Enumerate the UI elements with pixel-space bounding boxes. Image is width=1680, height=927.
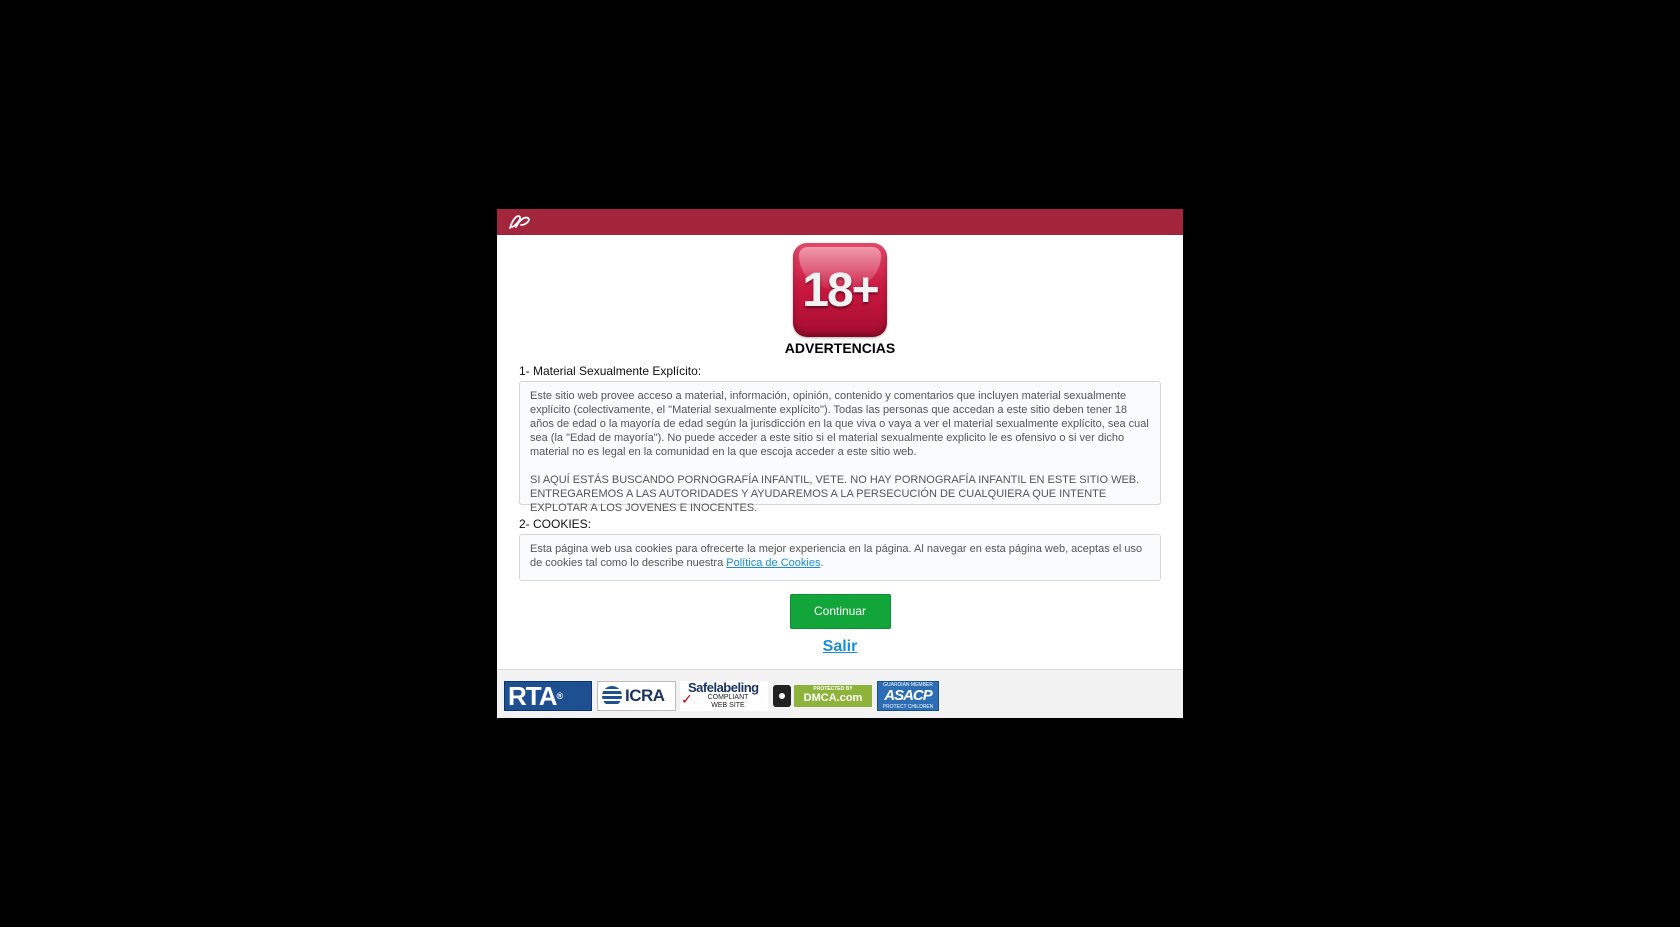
asacp-badge-text: ASACP (884, 687, 933, 704)
asacp-bottom-text: PROTECT CHILDREN (882, 704, 934, 710)
safelabeling-sub1: COMPLIANT (707, 694, 749, 701)
dmca-badge[interactable]: PROTECTED BY DMCA.com (773, 681, 872, 711)
icra-badge-text: ICRA (625, 686, 665, 705)
section-cookies-label: 2- COOKIES: (519, 517, 592, 531)
dmca-badge-text: DMCA.com (803, 692, 863, 704)
dmca-top-text: PROTECTED BY (813, 686, 853, 692)
continue-button[interactable]: Continuar (789, 594, 891, 629)
age-badge-text: 18+ (802, 263, 879, 317)
exit-link[interactable]: Salir (519, 638, 1161, 656)
dmca-bar: PROTECTED BY DMCA.com (794, 685, 872, 707)
cookies-text-box: Esta página web usa cookies para ofrecer… (519, 534, 1161, 581)
site-logo-icon (509, 215, 530, 229)
rta-badge-text: RTA (508, 681, 558, 711)
explicit-material-text-box: Este sitio web provee acceso a material,… (519, 381, 1161, 514)
asacp-badge[interactable]: GUARDIAN MEMBER ASACP PROTECT CHILDREN (877, 681, 939, 711)
age-18-plus-icon: 18+ (793, 243, 887, 337)
safelabeling-badge[interactable]: ✓ Safelabeling COMPLIANT WEB SITE (680, 681, 768, 711)
lock-icon (773, 685, 791, 707)
child-protection-paragraph: SI AQUÍ ESTÁS BUSCANDO PORNOGRAFÍA INFAN… (530, 474, 1140, 514)
icra-badge[interactable]: ICRA (597, 681, 676, 711)
cookie-policy-link[interactable]: Política de Cookies (726, 557, 820, 569)
cookies-text: Esta página web usa cookies para ofrecer… (530, 543, 1143, 569)
rta-registered-mark: ® (556, 691, 564, 701)
cookies-text-end: . (820, 557, 824, 569)
icra-globe-icon (602, 686, 622, 706)
warning-title: ADVERTENCIAS (784, 340, 896, 356)
age-warning-modal: 18+ ADVERTENCIAS 1- Material Sexualmente… (497, 209, 1183, 718)
trust-badges-footer: RTA® ICRA ✓ Safelabeling COMPLIANT WEB S… (497, 669, 1183, 718)
safelabeling-sub2: WEB SITE (711, 702, 745, 709)
safelabeling-title: Safelabeling (688, 680, 759, 695)
checkmark-icon: ✓ (681, 691, 693, 707)
modal-header (497, 209, 1183, 235)
section-explicit-label: 1- Material Sexualmente Explícito: (519, 364, 702, 378)
modal-content: 18+ ADVERTENCIAS 1- Material Sexualmente… (497, 235, 1183, 656)
rta-badge[interactable]: RTA® (504, 681, 592, 711)
explicit-material-paragraph: Este sitio web provee acceso a material,… (530, 390, 1149, 458)
